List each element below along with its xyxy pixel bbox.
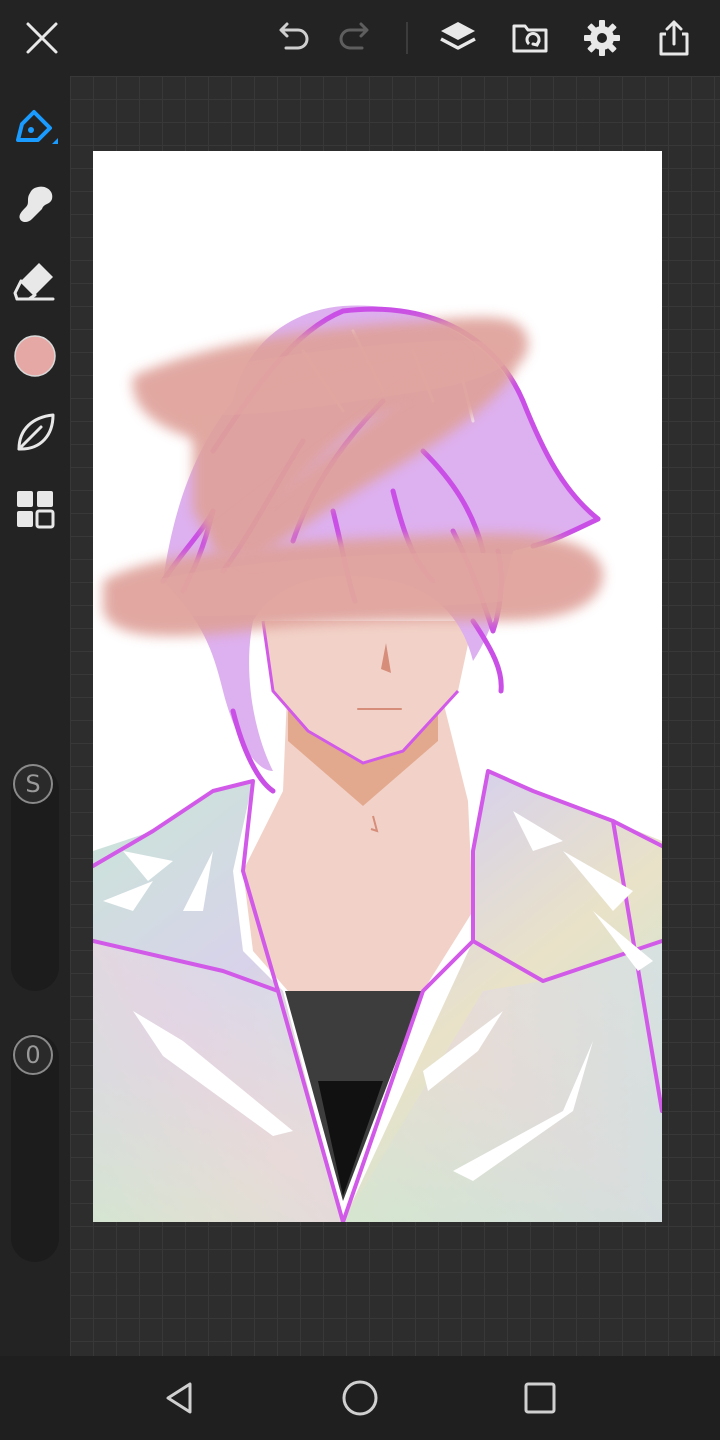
opacity-slider-label: 0 <box>13 1035 53 1075</box>
recents-icon[interactable] <box>516 1374 564 1422</box>
tool-sidebar: S 0 <box>0 76 70 1356</box>
system-nav-bar <box>0 1356 720 1440</box>
back-icon[interactable] <box>156 1374 204 1422</box>
home-icon[interactable] <box>336 1374 384 1422</box>
pen-icon[interactable] <box>10 102 60 152</box>
undo-icon[interactable] <box>268 14 316 62</box>
layers-icon[interactable] <box>434 14 482 62</box>
artwork-illustration <box>93 305 662 1222</box>
eraser-icon[interactable] <box>10 256 60 306</box>
leaf-icon[interactable] <box>10 408 60 458</box>
canvas-workspace[interactable] <box>70 76 720 1356</box>
smudge-icon[interactable] <box>10 179 60 229</box>
top-toolbar <box>0 0 720 76</box>
redo-icon[interactable] <box>332 14 380 62</box>
close-icon[interactable] <box>18 14 66 62</box>
gear-icon[interactable] <box>578 14 626 62</box>
artboard[interactable] <box>93 151 662 1222</box>
toolbar-divider <box>406 22 408 54</box>
share-icon[interactable] <box>650 14 698 62</box>
gallery-icon[interactable] <box>506 14 554 62</box>
color-swatch[interactable] <box>10 331 60 381</box>
grid-icon[interactable] <box>10 484 60 534</box>
size-slider-label: S <box>13 764 53 804</box>
